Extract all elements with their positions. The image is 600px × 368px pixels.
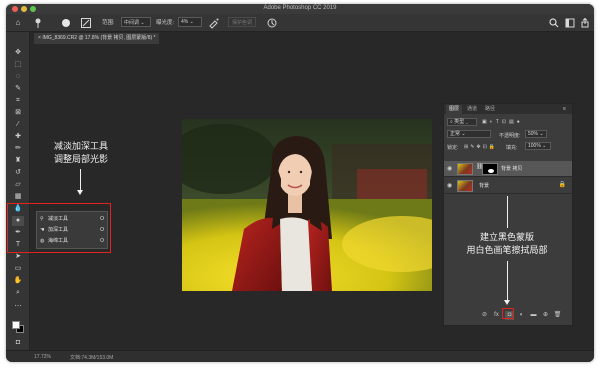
layer-mask-thumbnail[interactable]	[482, 163, 498, 175]
workspace-icon[interactable]	[564, 17, 576, 29]
layer-thumbnail	[457, 163, 473, 175]
brush-panel-icon[interactable]	[80, 17, 92, 29]
annotation-arrow	[507, 261, 508, 301]
adjustment-layer-icon[interactable]: ◐	[517, 311, 526, 320]
foreground-color-swatch[interactable]	[12, 321, 20, 329]
burn-brush-icon[interactable]	[32, 17, 44, 29]
annotation-arrowhead	[77, 190, 83, 195]
layer-style-icon[interactable]: fx	[492, 311, 501, 320]
crop-tool-icon[interactable]: ⌗	[12, 96, 24, 106]
lock-icons[interactable]: ⊞✎✥⊡🔒	[464, 144, 497, 150]
delete-layer-icon[interactable]: 🗑	[553, 311, 562, 320]
layer-filter-select[interactable]: ⌕ 类型 ⌄	[447, 118, 477, 126]
tab-paths[interactable]: 路径	[482, 105, 498, 114]
exposure-label: 曝光度:	[156, 20, 175, 26]
annotation-arrow	[80, 169, 81, 191]
search-icon[interactable]	[548, 17, 560, 29]
annotation-line: 减淡加深工具	[53, 141, 108, 151]
mask-button-highlight-box	[502, 308, 514, 319]
lock-icon: 🔒	[558, 182, 566, 188]
visibility-eye-icon[interactable]: ◉	[447, 182, 452, 189]
document-photo[interactable]	[182, 119, 432, 291]
new-group-icon[interactable]: ▬	[529, 311, 538, 320]
more-tools-icon[interactable]: ⋯	[12, 302, 24, 312]
gradient-tool-icon[interactable]: ▦	[12, 192, 24, 202]
tool-highlight-box	[7, 203, 111, 253]
marquee-tool-icon[interactable]: ⬚	[12, 60, 24, 70]
visibility-eye-icon[interactable]: ◉	[447, 165, 452, 172]
window-title: Adobe Photoshop CC 2019	[263, 5, 337, 11]
opacity-value: 50%	[528, 131, 539, 137]
layer-name: 背景 拷贝	[501, 166, 523, 172]
document-tab-label: IMG_8369.CR2 @ 17.8% (背景 拷贝, 图层蒙版/8) *	[42, 35, 156, 41]
filter-kind-label: 类型	[454, 119, 465, 125]
portrait-image	[182, 119, 432, 291]
panel-menu-icon[interactable]: ≡	[560, 105, 569, 114]
filter-search-icon: ⌕	[450, 119, 453, 125]
frame-tool-icon[interactable]: ⊠	[12, 108, 24, 118]
tab-channels[interactable]: 通道	[464, 105, 480, 114]
brush-tool-icon[interactable]: ✏	[12, 144, 24, 154]
status-bar: 17.72% 文档:74.3M/153.0M	[6, 350, 594, 362]
brush-size-icon[interactable]	[60, 17, 72, 29]
blend-mode-value: 正常	[450, 131, 461, 137]
layer-row-background-copy[interactable]: ◉ ⛓ 背景 拷贝	[444, 161, 572, 177]
layers-panel: 图层 通道 路径 ≡ ⌕ 类型 ⌄ ▣◐T⊡▤● 正常 ⌄ 不透明度: 50% …	[443, 103, 573, 326]
title-bar: Adobe Photoshop CC 2019	[6, 4, 594, 14]
link-layers-icon[interactable]: ⊘	[480, 311, 489, 320]
eyedropper-tool-icon[interactable]: ⁄	[12, 120, 24, 130]
zoom-level[interactable]: 17.72%	[34, 354, 51, 360]
options-bar: ⌂ 范围: 中间调 ⌄ 曝光度: 4% ⌄ 保护色调	[6, 14, 594, 32]
home-icon[interactable]: ⌂	[12, 17, 24, 29]
photoshop-window: Adobe Photoshop CC 2019 ⌂ 范围: 中间调 ⌄ 曝光度:…	[6, 4, 594, 362]
annotation-arrowhead	[504, 300, 510, 305]
blend-mode-select[interactable]: 正常 ⌄	[447, 130, 491, 138]
annotation-line: 建立黑色蒙版	[479, 232, 534, 242]
document-tab[interactable]: × IMG_8369.CR2 @ 17.8% (背景 拷贝, 图层蒙版/8) *	[34, 33, 160, 44]
quick-mask-icon[interactable]: ◘	[12, 338, 24, 348]
document-info[interactable]: 文档:74.3M/153.0M	[70, 354, 113, 361]
quick-select-tool-icon[interactable]: ✎	[12, 84, 24, 94]
layer-row-background[interactable]: ◉ 背景 🔒	[444, 178, 572, 194]
move-tool-icon[interactable]: ✥	[12, 48, 24, 58]
eraser-tool-icon[interactable]: ▱	[12, 180, 24, 190]
zoom-tool-icon[interactable]: ⌕	[12, 288, 24, 298]
tab-layers[interactable]: 图层	[446, 105, 463, 114]
exposure-input[interactable]: 4% ⌄	[178, 17, 202, 27]
fill-label: 填充:	[506, 145, 518, 151]
document-tab-bar: × IMG_8369.CR2 @ 17.8% (背景 拷贝, 图层蒙版/8) *	[30, 32, 594, 44]
fill-value: 100%	[528, 143, 541, 149]
range-select[interactable]: 中间调 ⌄	[121, 17, 151, 27]
tools-panel: ✥ ⬚ ◌ ✎ ⌗ ⊠ ⁄ ✚ ✏ ♜ ↺ ▱ ▦ 💧 ● ✒ T ➤ ▭ ✋ …	[6, 32, 30, 350]
layers-panel-tabs: 图层 通道 路径 ≡	[444, 104, 572, 114]
layer-name: 背景	[479, 183, 490, 189]
range-label: 范围:	[102, 20, 115, 26]
annotation-mask: 建立黑色蒙版 用白色画笔擦拭局部	[456, 231, 558, 257]
annotation-arrow	[507, 196, 508, 228]
hand-tool-icon[interactable]: ✋	[12, 276, 24, 286]
lasso-tool-icon[interactable]: ◌	[12, 72, 24, 82]
fill-input[interactable]: 100% ⌄	[525, 142, 551, 150]
pressure-icon[interactable]	[266, 17, 278, 29]
airbrush-icon[interactable]	[208, 17, 220, 29]
rectangle-tool-icon[interactable]: ▭	[12, 264, 24, 274]
share-icon[interactable]	[579, 17, 591, 29]
annotation-line: 用白色画笔擦拭局部	[466, 245, 548, 255]
clone-stamp-tool-icon[interactable]: ♜	[12, 156, 24, 166]
lock-label: 锁定:	[447, 145, 459, 151]
annotation-dodge-burn: 减淡加深工具 调整局部光影	[40, 140, 122, 166]
new-layer-icon[interactable]: ⊕	[541, 311, 550, 320]
history-brush-tool-icon[interactable]: ↺	[12, 168, 24, 178]
protect-tones-checkbox[interactable]: 保护色调	[228, 17, 257, 27]
opacity-label: 不透明度:	[499, 133, 521, 139]
path-selection-tool-icon[interactable]: ➤	[12, 252, 24, 262]
opacity-input[interactable]: 50% ⌄	[525, 130, 547, 138]
annotation-line: 调整局部光影	[53, 154, 108, 164]
healing-brush-tool-icon[interactable]: ✚	[12, 132, 24, 142]
layer-thumbnail	[457, 180, 473, 192]
layer-filter-icons[interactable]: ▣◐T⊡▤●	[482, 119, 523, 125]
